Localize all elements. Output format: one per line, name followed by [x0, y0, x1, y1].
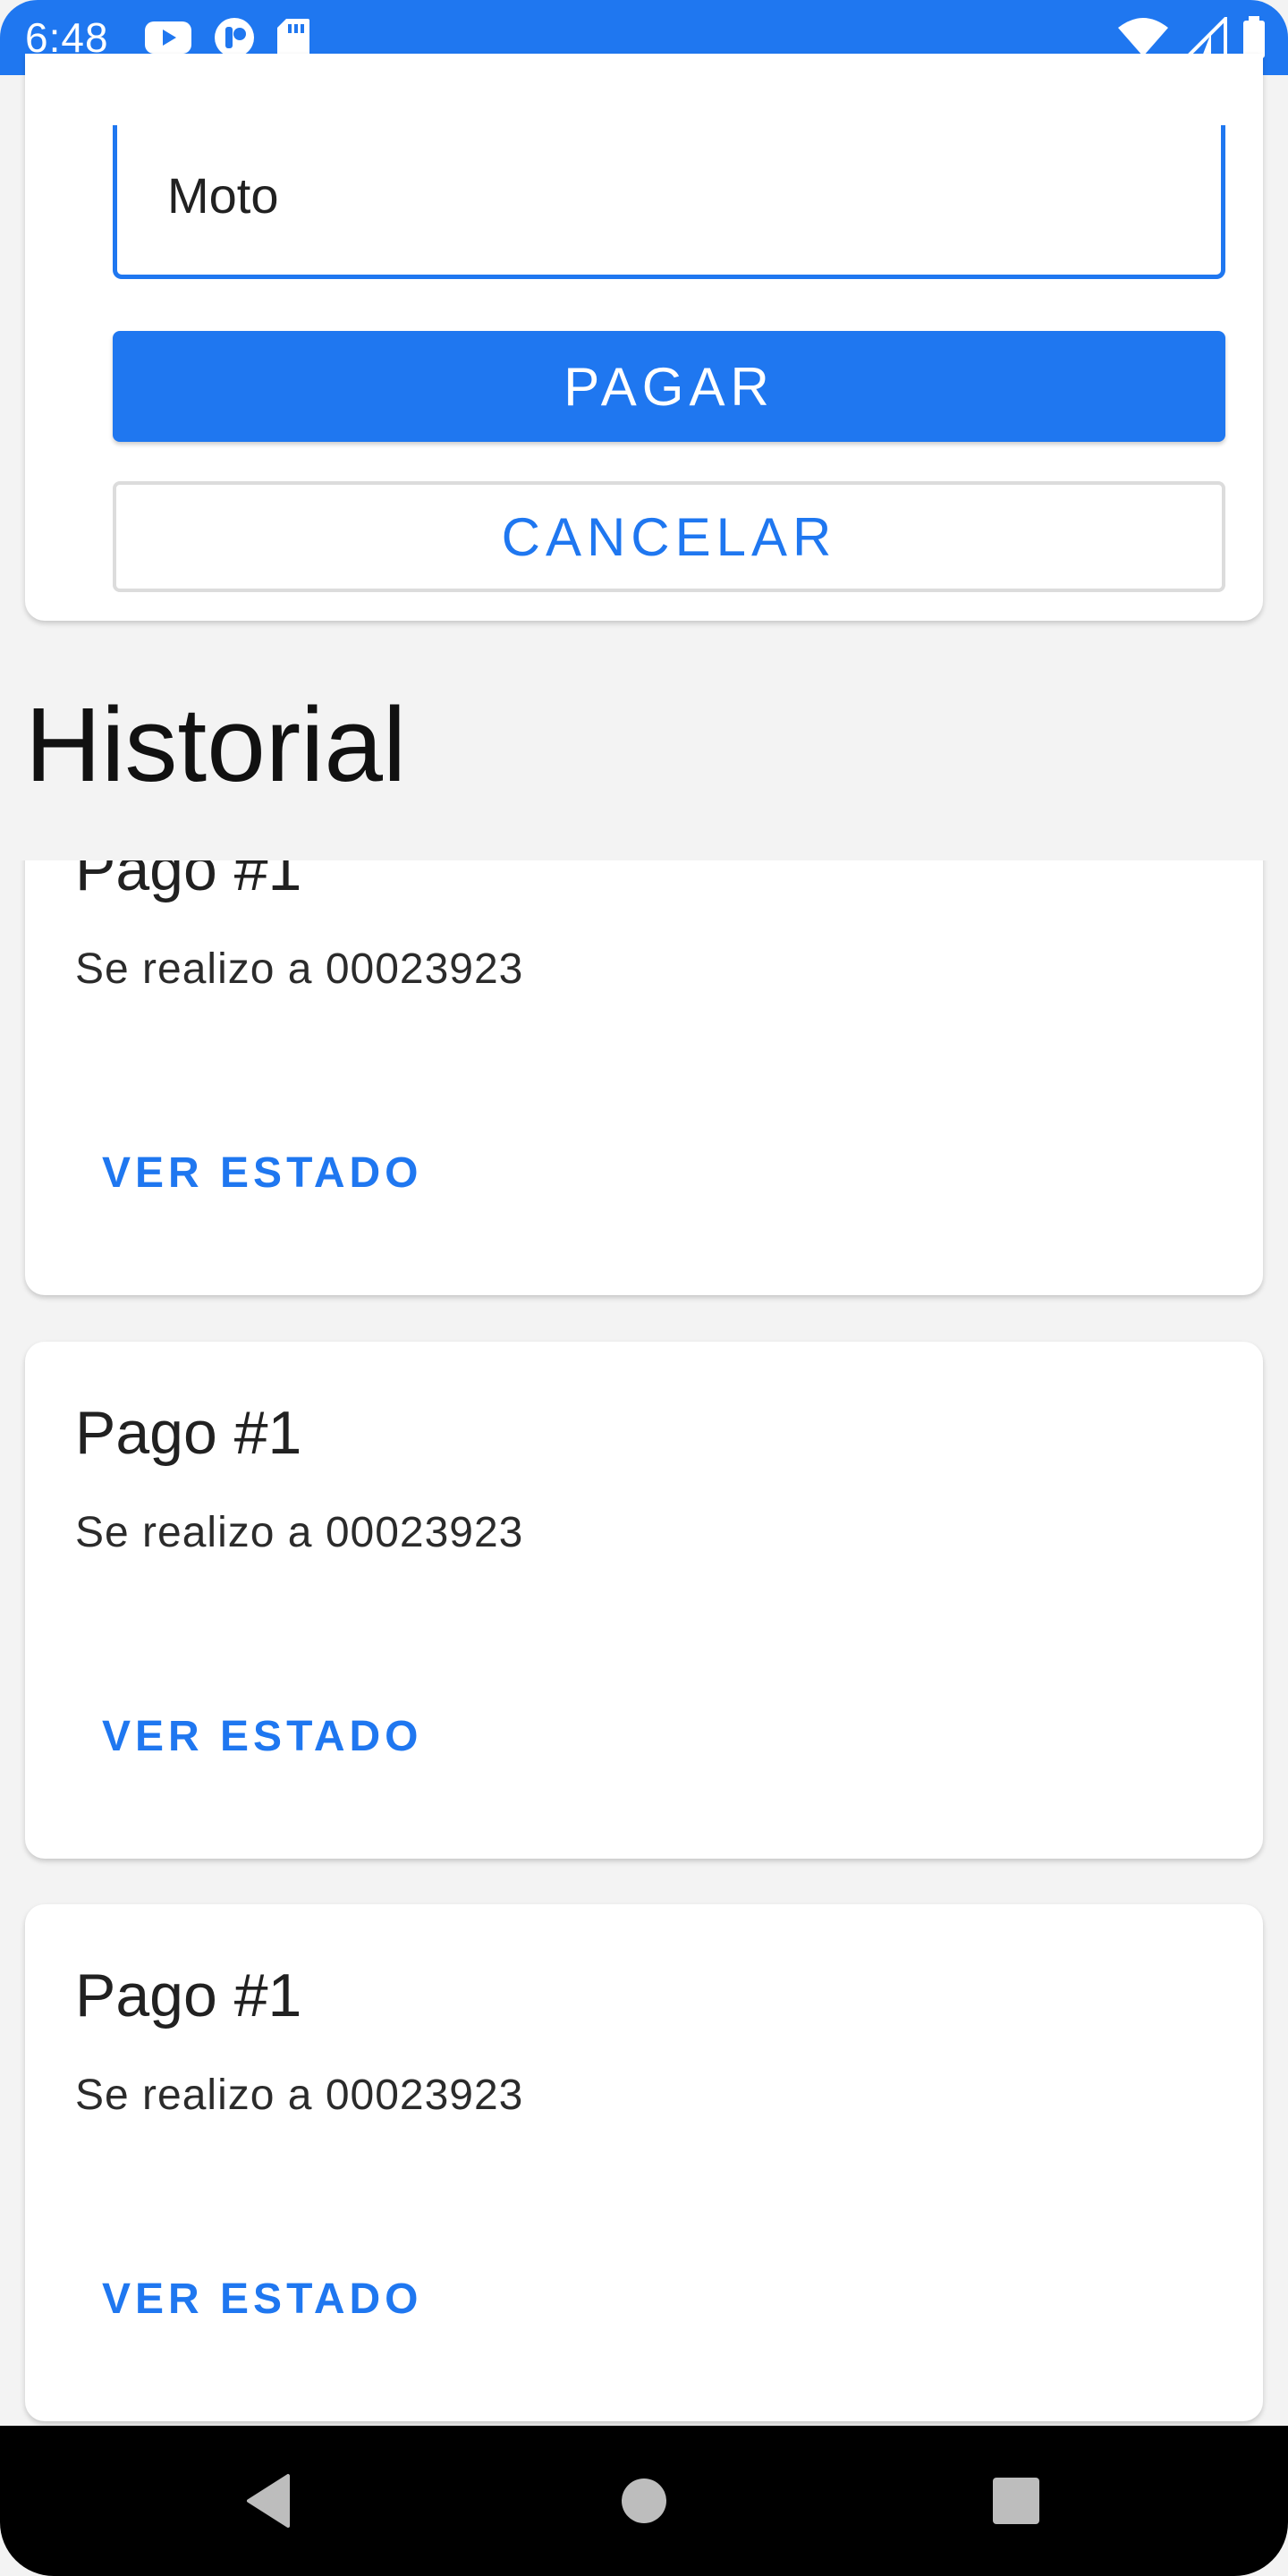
payment-title: Pago #1 [75, 1962, 302, 2029]
wifi-icon [1118, 18, 1168, 56]
history-card: Pago #1 Se realizo a 00023923 VER ESTADO [25, 1904, 1263, 2421]
back-icon [247, 2474, 290, 2528]
history-card: Pago #1 Se realizo a 00023923 VER ESTADO [25, 1342, 1263, 1859]
notification-icons [143, 16, 311, 59]
history-list[interactable]: Pago #1 Se realizo a 00023923 VER ESTADO… [0, 860, 1288, 2426]
payment-description: Se realizo a 00023923 [75, 2072, 524, 2119]
payment-description: Se realizo a 00023923 [75, 945, 524, 993]
home-button[interactable] [572, 2426, 716, 2576]
sd-card-icon [277, 19, 309, 56]
home-icon [622, 2479, 666, 2523]
payment-card: Moto PAGAR CANCELAR [25, 54, 1263, 621]
view-status-button[interactable]: VER ESTADO [102, 1147, 422, 1200]
payment-description: Se realizo a 00023923 [75, 1509, 524, 1556]
app-icon [215, 18, 254, 57]
recents-button[interactable] [945, 2426, 1088, 2576]
vehicle-value: Moto [167, 167, 279, 224]
battery-icon [1243, 16, 1265, 58]
payment-title: Pago #1 [75, 1399, 302, 1467]
cancel-button[interactable]: CANCELAR [113, 481, 1225, 592]
history-card: Pago #1 Se realizo a 00023923 VER ESTADO [25, 860, 1263, 1295]
signal-icon [1184, 17, 1227, 58]
youtube-icon [145, 21, 191, 54]
view-status-button[interactable]: VER ESTADO [102, 2273, 422, 2326]
history-title: Historial [25, 686, 407, 804]
vehicle-field[interactable]: Moto [113, 125, 1225, 279]
view-status-button[interactable]: VER ESTADO [102, 1710, 422, 1764]
navigation-bar [0, 2426, 1288, 2576]
pay-button[interactable]: PAGAR [113, 331, 1225, 442]
recents-icon [993, 2478, 1039, 2524]
payment-title: Pago #1 [75, 860, 302, 903]
back-button[interactable] [197, 2426, 340, 2576]
